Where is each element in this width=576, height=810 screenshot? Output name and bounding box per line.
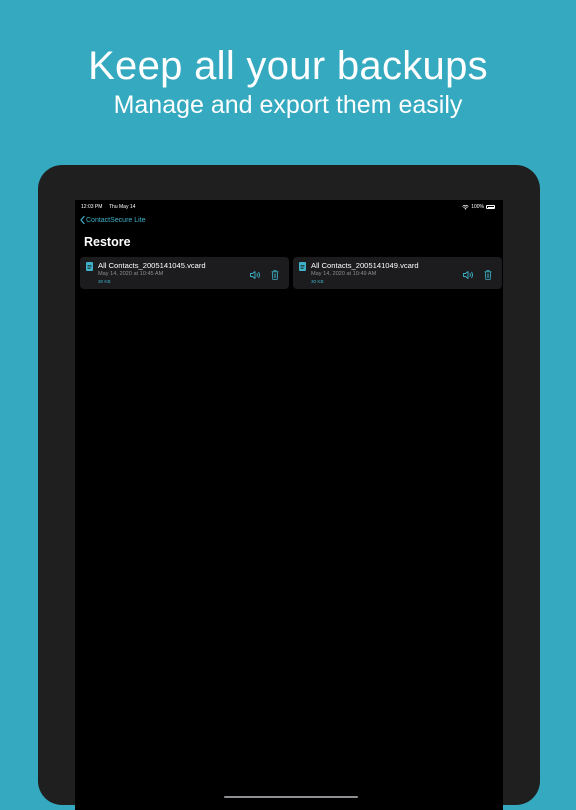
status-bar: 12:03 PM Thu May 14 100% [81,204,495,214]
backup-card[interactable]: All Contacts_2005141049.vcard May 14, 20… [293,257,502,289]
backup-date: May 14, 2020 at 10:45 AM [98,271,164,277]
page-title: Restore [84,235,131,249]
tablet-frame: 12:03 PM Thu May 14 100% ContactSecure L… [38,165,540,810]
vcard-file-icon [299,262,306,271]
battery-icon [486,205,495,209]
trash-icon[interactable] [271,270,279,280]
chevron-left-icon [80,216,85,224]
backup-size: 30 KB [98,279,111,284]
battery-percent: 100% [471,204,484,210]
share-audio-icon[interactable] [463,271,474,279]
share-audio-icon[interactable] [250,271,261,279]
promo-subheadline: Manage and export them easily [113,91,463,119]
back-label: ContactSecure Lite [86,216,146,224]
wifi-icon [462,204,469,210]
tablet-screen: 12:03 PM Thu May 14 100% ContactSecure L… [75,200,503,810]
backup-file-name: All Contacts_2005141049.vcard [311,261,419,270]
backup-card[interactable]: All Contacts_2005141045.vcard May 14, 20… [80,257,289,289]
status-right: 100% [462,204,495,210]
backup-file-name: All Contacts_2005141045.vcard [98,261,206,270]
status-date: Thu May 14 [109,204,136,210]
trash-icon[interactable] [484,270,492,280]
status-time: 12:03 PM [81,204,103,210]
backup-date: May 14, 2020 at 10:49 AM [311,271,377,277]
vcard-file-icon [86,262,93,271]
backup-size: 30 KB [311,279,324,284]
back-button[interactable]: ContactSecure Lite [80,216,146,224]
home-indicator [224,796,358,798]
promo-headline: Keep all your backups [88,44,488,88]
